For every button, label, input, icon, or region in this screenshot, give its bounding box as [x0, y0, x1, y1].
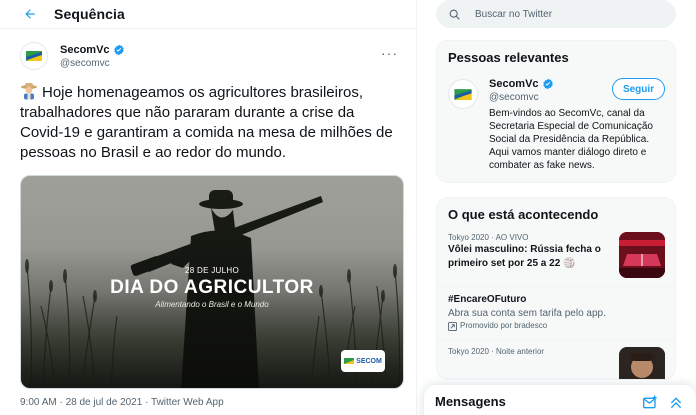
trend-item[interactable]: Tokyo 2020 · Noite anterior	[437, 339, 675, 379]
banner-date: 28 DE JULHO	[185, 266, 239, 275]
messages-title: Mensagens	[435, 394, 506, 409]
tweet-text: Hoje homenageamos os agricultores brasil…	[20, 84, 393, 161]
trend-item[interactable]: Tokyo 2020 · AO VIVO Vôlei masculino: Rú…	[437, 230, 675, 286]
more-options-icon[interactable]: ···	[381, 46, 398, 63]
search-bar[interactable]	[436, 0, 676, 28]
person-name-text: SecomVc	[489, 78, 539, 90]
new-message-icon[interactable]	[642, 395, 658, 411]
person-top: SecomVc @secomvc Seguir	[489, 77, 665, 104]
tweet-timestamp[interactable]: 9:00 AM · 28 de jul de 2021 · Twitter We…	[20, 397, 224, 408]
chevron-double-up-icon[interactable]	[668, 395, 684, 411]
verified-badge-icon	[542, 78, 554, 90]
tweet-text-block: Hoje homenageamos os agricultores brasil…	[20, 82, 402, 163]
banner-subtitle: Alimentando o Brasil e o Mundo	[155, 300, 269, 309]
trend-promoted: Promovido por bradesco	[448, 320, 664, 332]
farmer-emoji-icon	[20, 82, 38, 100]
back-button[interactable]	[12, 0, 48, 29]
page-title: Sequência	[54, 6, 125, 22]
tweet-media-image[interactable]: 28 DE JULHO DIA DO AGRICULTOR Alimentand…	[20, 175, 404, 389]
page-header: Sequência	[0, 0, 416, 29]
trends-panel: O que está acontecendo Tokyo 2020 · AO V…	[436, 197, 676, 380]
banner-title: DIA DO AGRICULTOR	[110, 277, 314, 298]
author-name[interactable]: SecomVc	[60, 43, 125, 57]
author-name-text: SecomVc	[60, 43, 110, 56]
messages-actions	[642, 395, 684, 411]
relevant-people-title: Pessoas relevantes	[448, 50, 569, 65]
person-name[interactable]: SecomVc	[489, 77, 554, 91]
secom-badge-text: SECOM	[356, 357, 382, 365]
trend-title: Vôlei masculino: Rússia fecha o primeiro…	[448, 244, 601, 269]
trend-title: #EncareOFuturo	[448, 294, 527, 305]
relevant-person[interactable]: SecomVc @secomvc Seguir Bem-vindos ao Se…	[437, 73, 675, 182]
search-icon	[449, 9, 460, 20]
person-identity: SecomVc @secomvc	[489, 77, 554, 104]
secom-logo-badge: SECOM	[341, 350, 385, 372]
tweet: SecomVc @secomvc ··· Hoje homenageamos o…	[0, 40, 416, 389]
person-handle: @secomvc	[489, 92, 539, 103]
tweet-header: SecomVc @secomvc ···	[20, 40, 402, 72]
promoted-icon	[448, 321, 457, 331]
promoted-by-text: Promovido por bradesco	[460, 321, 548, 330]
volleyball-court-thumbnail	[619, 232, 665, 278]
trend-thumbnail	[619, 347, 665, 379]
search-input[interactable]	[475, 8, 645, 20]
secom-flag-logo-icon	[26, 51, 42, 61]
messages-drawer[interactable]: Mensagens	[424, 385, 696, 415]
secom-flag-logo-icon	[454, 88, 472, 100]
main-column: Sequência SecomVc @secomvc ··· Hoje home…	[0, 0, 417, 415]
person-avatar[interactable]	[448, 79, 478, 109]
trend-item-promoted[interactable]: #EncareOFuturo Abra sua conta sem tarifa…	[437, 286, 675, 339]
trend-description: Abra sua conta sem tarifa pelo app.	[448, 308, 606, 319]
person-bio: Bem-vindos ao SecomVc, canal da Secretar…	[489, 108, 653, 171]
avatar[interactable]	[20, 42, 48, 70]
verified-badge-icon	[113, 44, 125, 56]
author-handle: @secomvc	[60, 57, 110, 69]
secom-flag-small-icon	[344, 358, 355, 364]
author-block: SecomVc @secomvc	[60, 43, 125, 70]
follow-button[interactable]: Seguir	[612, 78, 665, 100]
relevant-people-panel: Pessoas relevantes SecomVc @secomvc Segu…	[436, 40, 676, 183]
person-body: SecomVc @secomvc Seguir Bem-vindos ao Se…	[489, 77, 665, 172]
trends-title: O que está acontecendo	[448, 207, 599, 222]
right-sidebar: Pessoas relevantes SecomVc	[436, 0, 676, 380]
arrow-left-icon	[25, 9, 35, 19]
